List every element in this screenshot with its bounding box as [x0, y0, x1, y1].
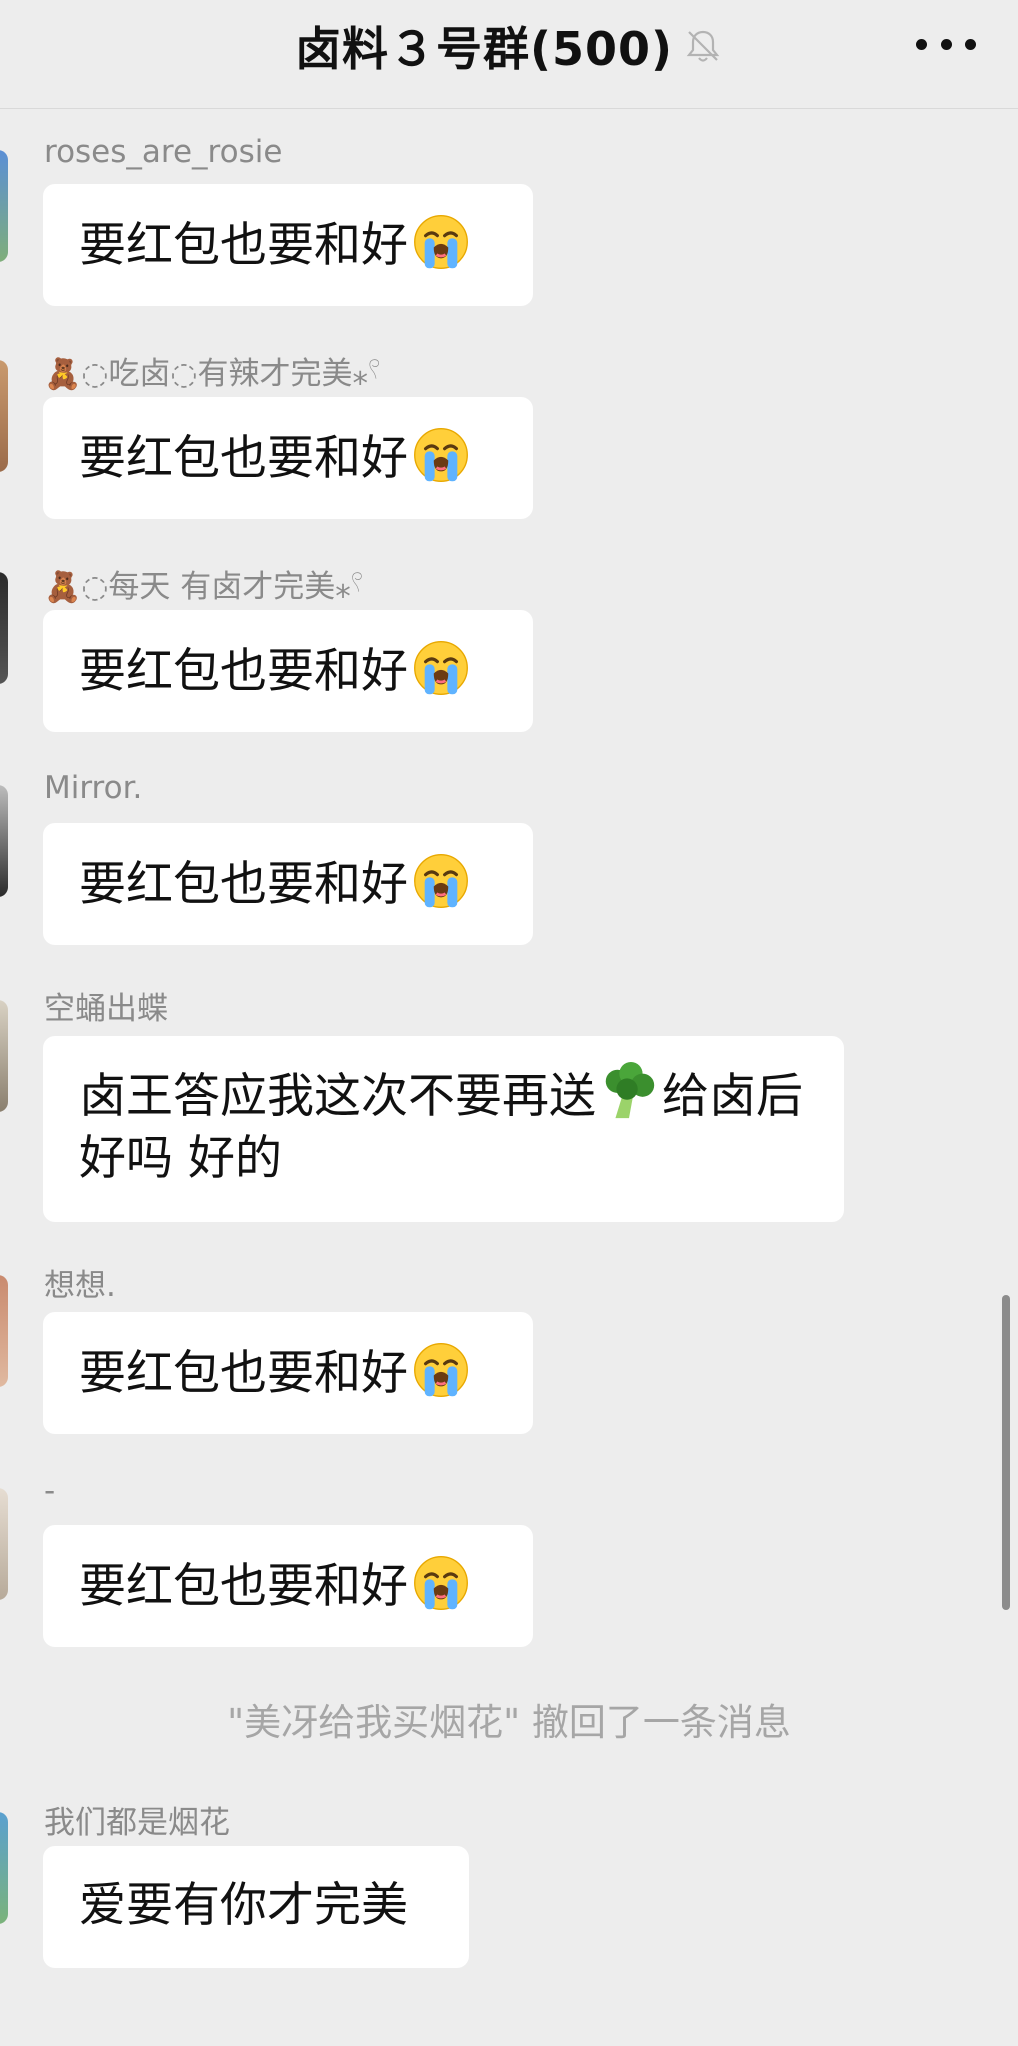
message-bubble[interactable]: 爱要有你才完美: [43, 1846, 469, 1968]
loudly-crying-face-icon: [412, 426, 470, 484]
sender-name: 🧸◌吃卤◌有辣才完美⁎𓍢: [44, 356, 381, 392]
loudly-crying-face-icon: [412, 1341, 470, 1399]
dot: [965, 38, 976, 50]
message-text: 要红包也要和好: [79, 1559, 408, 1614]
message-text: 要红包也要和好: [79, 857, 408, 912]
chat-header: 卤料３号群(500): [0, 0, 1018, 109]
message-text: 卤王答应我这次不要再送: [79, 1069, 596, 1124]
loudly-crying-face-icon: [412, 213, 470, 271]
title-bar: 卤料３号群(500): [0, 14, 1018, 78]
teddy-bear-icon: 🧸: [44, 570, 82, 605]
avatar[interactable]: [0, 572, 8, 684]
dot: [940, 38, 952, 50]
loudly-crying-face-icon: [412, 1554, 470, 1612]
message-bubble[interactable]: 卤王答应我这次不要再送 给卤后好吗 好的: [43, 1036, 844, 1222]
avatar[interactable]: [0, 1000, 8, 1112]
sender-name: -: [44, 1473, 56, 1509]
message-bubble[interactable]: 要红包也要和好: [43, 1525, 533, 1647]
avatar[interactable]: [0, 1812, 8, 1924]
message-text: 要红包也要和好: [79, 1346, 408, 1401]
recall-notice: "美冴给我买烟花" 撤回了一条消息: [227, 1701, 791, 1744]
message-text: 要红包也要和好: [79, 218, 408, 273]
message-bubble[interactable]: 要红包也要和好: [43, 1312, 533, 1434]
avatar[interactable]: [0, 360, 8, 472]
dot: [916, 38, 927, 50]
loudly-crying-face-icon: [412, 852, 470, 910]
message-text: 爱要有你才完美: [79, 1878, 408, 1933]
loudly-crying-face-icon: [412, 639, 470, 697]
avatar[interactable]: [0, 1275, 8, 1387]
sender-name: 我们都是烟花: [44, 1805, 230, 1841]
avatar[interactable]: [0, 150, 8, 262]
message-bubble[interactable]: 要红包也要和好: [43, 610, 533, 732]
more-dots-icon[interactable]: [916, 22, 976, 66]
sender-name: 想想.: [44, 1268, 116, 1304]
avatar[interactable]: [0, 785, 8, 897]
message-bubble[interactable]: 要红包也要和好: [43, 184, 533, 306]
bell-slash-icon: [686, 30, 720, 62]
avatar[interactable]: [0, 1488, 8, 1600]
sender-name: Mirror.: [44, 770, 143, 806]
chat-title[interactable]: 卤料３号群(500): [295, 13, 673, 79]
teddy-bear-icon: 🧸: [44, 357, 82, 392]
sender-name: roses_are_rosie: [44, 134, 283, 170]
message-bubble[interactable]: 要红包也要和好: [43, 823, 533, 945]
scrollbar[interactable]: [1002, 1295, 1010, 1610]
sender-name: 空蛹出蝶: [44, 991, 168, 1027]
sender-name: 🧸◌每天 有卤才完美⁎𓍢: [44, 569, 364, 605]
broccoli-icon: [598, 1060, 660, 1122]
message-text: 要红包也要和好: [79, 431, 408, 486]
message-text: 要红包也要和好: [79, 644, 408, 699]
message-bubble[interactable]: 要红包也要和好: [43, 397, 533, 519]
